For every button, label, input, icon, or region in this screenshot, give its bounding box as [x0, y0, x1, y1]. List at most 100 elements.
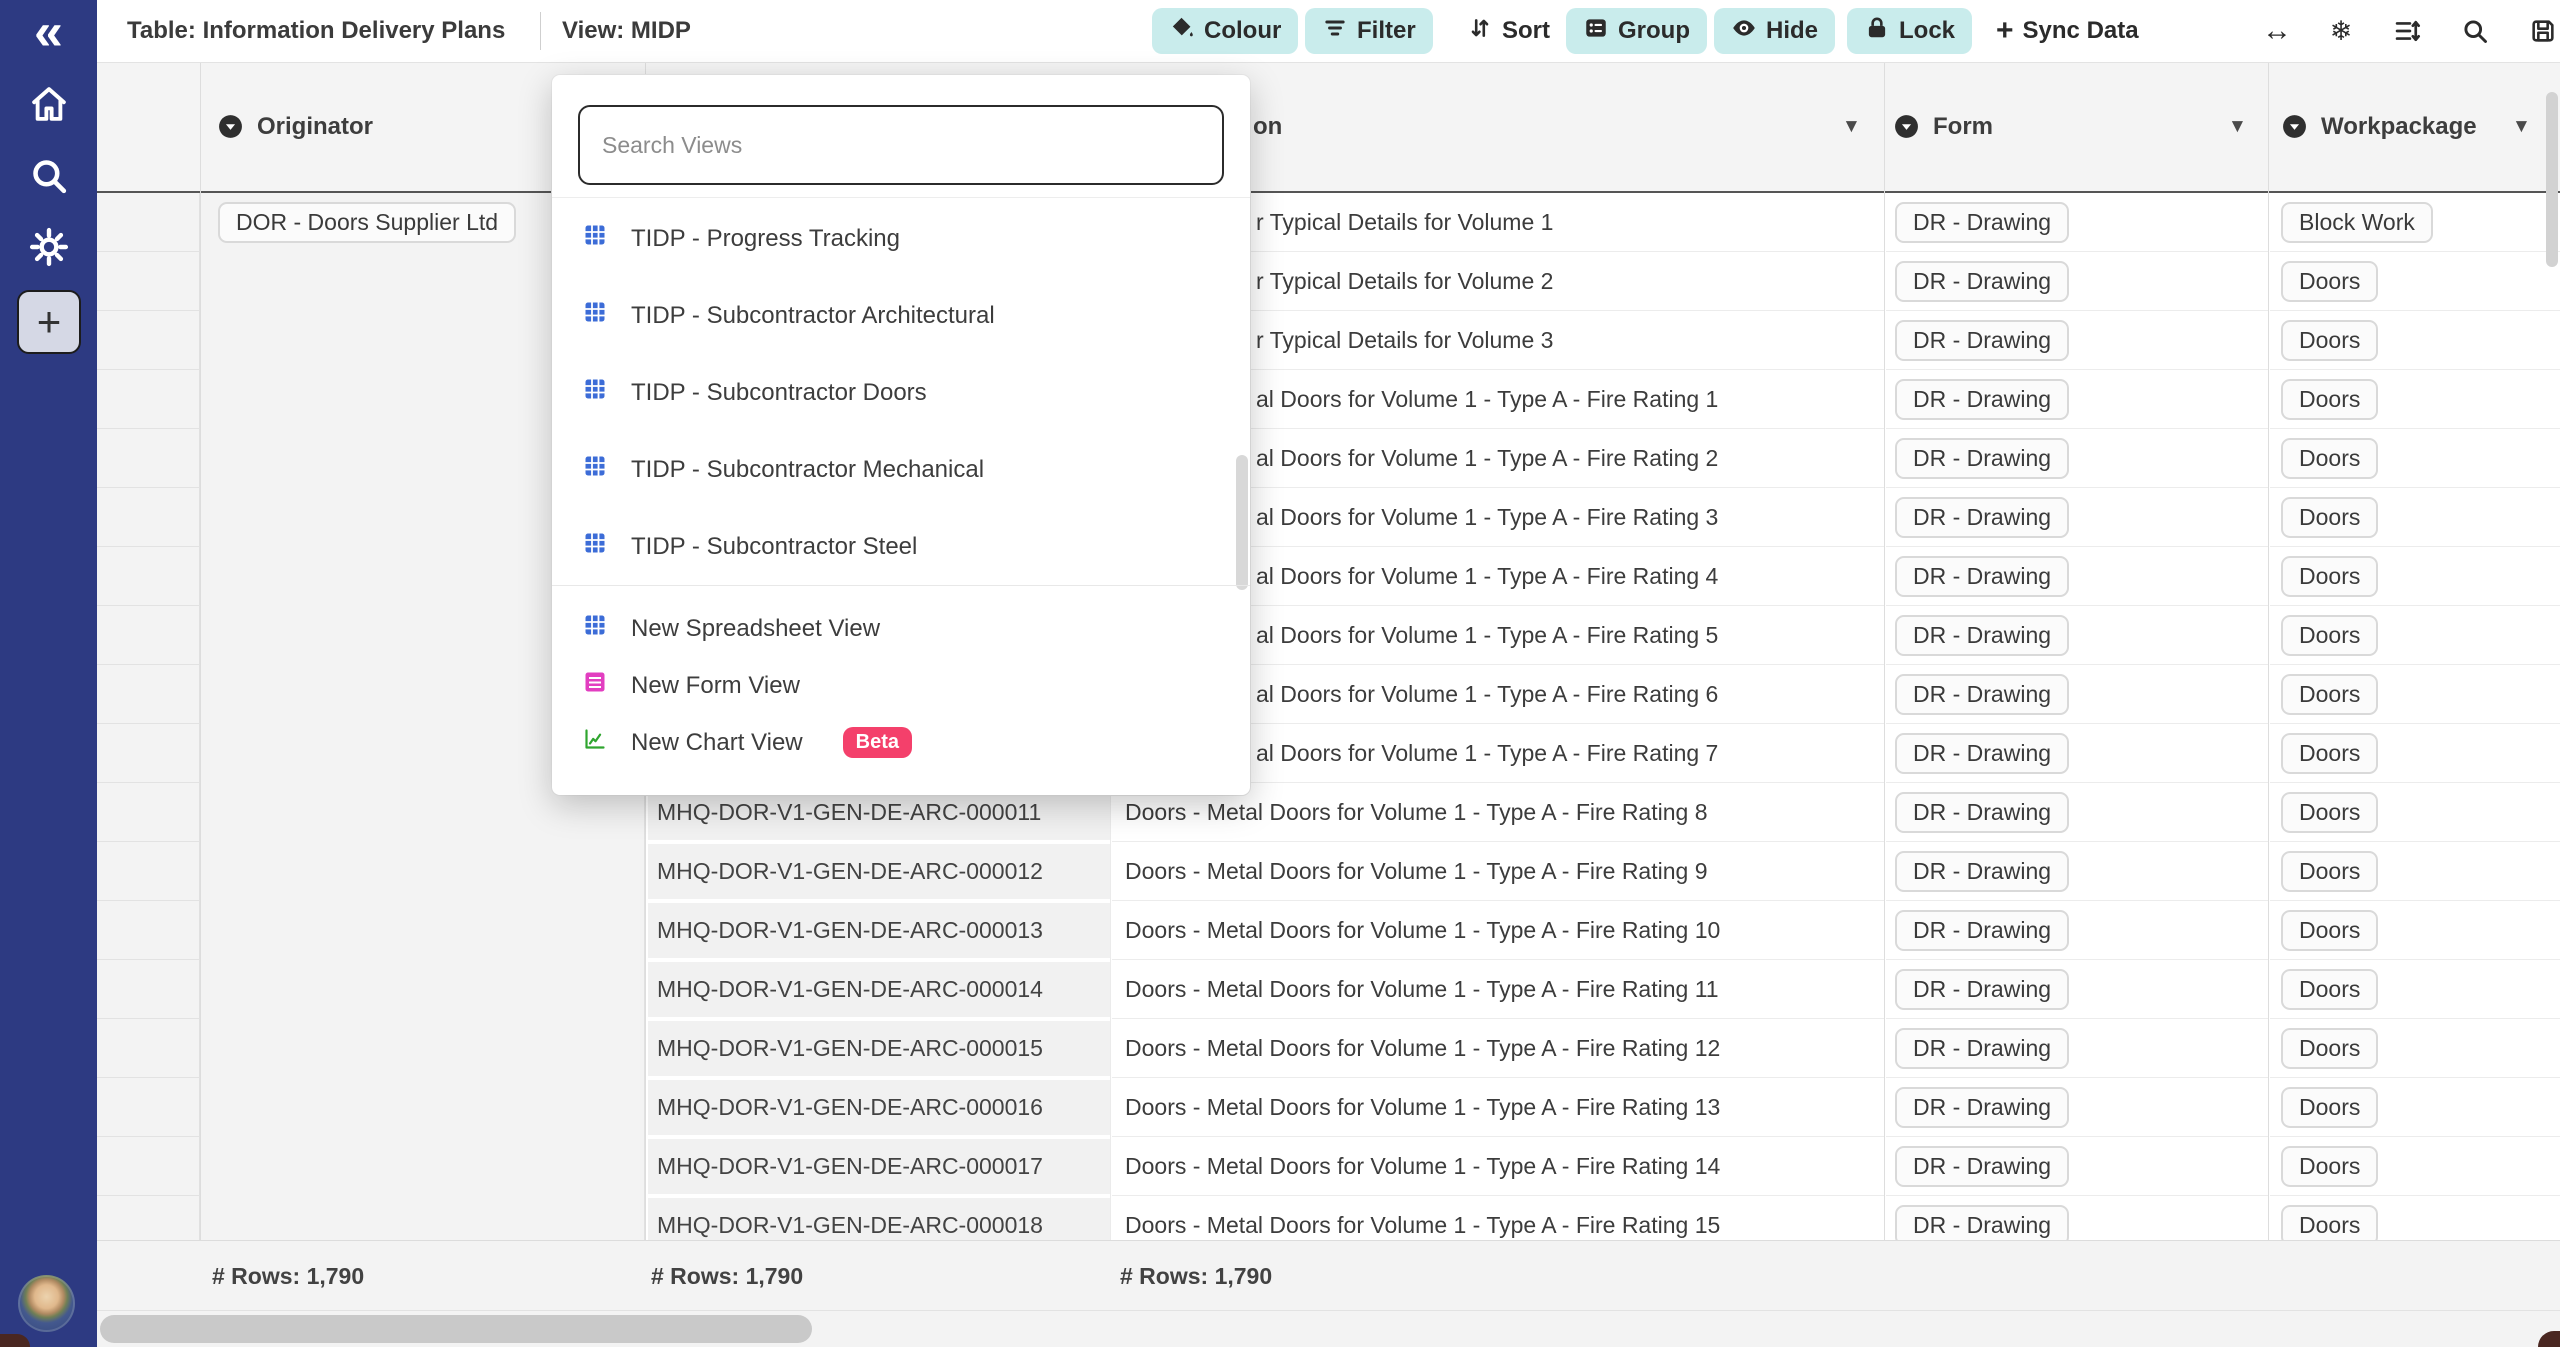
table-row[interactable]: MHQ-DOR-V1-GEN-DE-ARC-000014Doors - Meta… [97, 960, 2560, 1019]
table-row[interactable]: MHQ-DOR-V1-GEN-DE-ARC-000018Doors - Meta… [97, 1196, 2560, 1240]
column-header-form[interactable]: Form [1893, 62, 1993, 191]
table-row[interactable]: r Typical Details for Volume 2DR - Drawi… [97, 252, 2560, 311]
row-description-cell[interactable]: Doors - Metal Doors for Volume 1 - Type … [1112, 1019, 1884, 1078]
colour-button[interactable]: Colour [1152, 8, 1298, 54]
row-workpackage-cell[interactable]: Doors [2270, 1019, 2560, 1078]
table-row[interactable]: al Doors for Volume 1 - Type A - Fire Ra… [97, 665, 2560, 724]
table-row[interactable]: al Doors for Volume 1 - Type A - Fire Ra… [97, 724, 2560, 783]
table-row[interactable]: MHQ-DOR-V1-GEN-DE-ARC-000011Doors - Meta… [97, 783, 2560, 842]
row-gutter-cell[interactable] [97, 488, 200, 547]
row-id-cell[interactable]: MHQ-DOR-V1-GEN-DE-ARC-000012 [648, 844, 1110, 899]
view-list-item[interactable]: TIDP - Subcontractor Mechanical [552, 431, 1250, 508]
row-height-icon[interactable] [2385, 8, 2429, 54]
row-workpackage-cell[interactable]: Doors [2270, 252, 2560, 311]
row-form-cell[interactable]: DR - Drawing [1886, 1019, 2268, 1078]
sync-data-button[interactable]: + Sync Data [1979, 8, 2156, 54]
column-header-description-partial[interactable]: on [1253, 62, 1282, 191]
row-form-cell[interactable]: DR - Drawing [1886, 370, 2268, 429]
horizontal-scrollbar[interactable] [100, 1315, 812, 1343]
views-list-scrollbar[interactable] [1236, 455, 1248, 590]
row-form-cell[interactable]: DR - Drawing [1886, 252, 2268, 311]
hide-button[interactable]: Hide [1714, 8, 1835, 54]
column-header-workpackage[interactable]: Workpackage [2281, 62, 2477, 191]
column-dropdown-caret[interactable]: ▼ [2228, 62, 2247, 191]
table-title[interactable]: Table: Information Delivery Plans [127, 0, 505, 62]
row-workpackage-cell[interactable]: Doors [2270, 488, 2560, 547]
column-header-originator[interactable]: Originator [217, 62, 373, 191]
view-title[interactable]: View: MIDP [562, 0, 691, 62]
row-form-cell[interactable]: DR - Drawing [1886, 488, 2268, 547]
freeze-icon[interactable]: ❄ [2319, 8, 2363, 54]
row-form-cell[interactable]: DR - Drawing [1886, 724, 2268, 783]
row-gutter-cell[interactable] [97, 665, 200, 724]
row-gutter-cell[interactable] [97, 1078, 200, 1137]
sort-button[interactable]: Sort [1450, 8, 1567, 54]
row-workpackage-cell[interactable]: Doors [2270, 429, 2560, 488]
row-form-cell[interactable]: DR - Drawing [1886, 901, 2268, 960]
row-description-cell[interactable]: Doors - Metal Doors for Volume 1 - Type … [1112, 1137, 1884, 1196]
table-row[interactable]: al Doors for Volume 1 - Type A - Fire Ra… [97, 370, 2560, 429]
create-chart-view-item[interactable]: New Chart ViewBeta [552, 714, 1250, 771]
row-form-cell[interactable]: DR - Drawing [1886, 960, 2268, 1019]
row-form-cell[interactable]: DR - Drawing [1886, 547, 2268, 606]
create-form-view-item[interactable]: New Form View [552, 657, 1250, 714]
row-description-cell[interactable]: Doors - Metal Doors for Volume 1 - Type … [1112, 960, 1884, 1019]
row-gutter-cell[interactable] [97, 311, 200, 370]
view-list-item[interactable]: TIDP - Progress Tracking [552, 200, 1250, 277]
row-workpackage-cell[interactable]: Block Work [2270, 193, 2560, 252]
row-gutter-cell[interactable] [97, 1137, 200, 1196]
row-description-cell[interactable]: Doors - Metal Doors for Volume 1 - Type … [1112, 842, 1884, 901]
row-form-cell[interactable]: DR - Drawing [1886, 842, 2268, 901]
add-new-button[interactable]: + [17, 290, 81, 354]
row-form-cell[interactable]: DR - Drawing [1886, 429, 2268, 488]
table-row[interactable]: MHQ-DOR-V1-GEN-DE-ARC-000016Doors - Meta… [97, 1078, 2560, 1137]
row-workpackage-cell[interactable]: Doors [2270, 783, 2560, 842]
row-form-cell[interactable]: DR - Drawing [1886, 311, 2268, 370]
row-workpackage-cell[interactable]: Doors [2270, 1196, 2560, 1240]
column-dropdown-caret[interactable]: ▼ [2512, 62, 2531, 191]
row-id-cell[interactable]: MHQ-DOR-V1-GEN-DE-ARC-000017 [648, 1139, 1110, 1194]
table-row[interactable]: al Doors for Volume 1 - Type A - Fire Ra… [97, 488, 2560, 547]
table-row[interactable]: MHQ-DOR-V1-GEN-DE-ARC-000012Doors - Meta… [97, 842, 2560, 901]
row-id-cell[interactable]: MHQ-DOR-V1-GEN-DE-ARC-000013 [648, 903, 1110, 958]
originator-group-cell[interactable]: DOR - Doors Supplier Ltd [218, 202, 516, 243]
row-workpackage-cell[interactable]: Doors [2270, 901, 2560, 960]
row-form-cell[interactable]: DR - Drawing [1886, 783, 2268, 842]
column-dropdown-caret[interactable]: ▼ [1842, 62, 1861, 191]
row-gutter-cell[interactable] [97, 783, 200, 842]
collapse-sidebar-icon[interactable]: « [0, 6, 97, 58]
row-workpackage-cell[interactable]: Doors [2270, 665, 2560, 724]
row-description-cell[interactable]: Doors - Metal Doors for Volume 1 - Type … [1112, 1078, 1884, 1137]
resize-horizontal-icon[interactable]: ↔ [2255, 8, 2299, 54]
table-row[interactable]: MHQ-DOR-V1-GEN-DE-ARC-000015Doors - Meta… [97, 1019, 2560, 1078]
row-gutter-cell[interactable] [97, 429, 200, 488]
row-gutter-cell[interactable] [97, 901, 200, 960]
row-gutter-cell[interactable] [97, 1196, 200, 1240]
view-list-item[interactable]: TIDP - Subcontractor Architectural [552, 277, 1250, 354]
row-form-cell[interactable]: DR - Drawing [1886, 1078, 2268, 1137]
row-workpackage-cell[interactable]: Doors [2270, 370, 2560, 429]
row-gutter-cell[interactable] [97, 1019, 200, 1078]
view-list-item[interactable]: TIDP - Subcontractor Steel [552, 508, 1250, 585]
row-gutter-cell[interactable] [97, 370, 200, 429]
row-description-cell[interactable]: Doors - Metal Doors for Volume 1 - Type … [1112, 901, 1884, 960]
view-list-item[interactable]: TIDP - Subcontractor Doors [552, 354, 1250, 431]
row-workpackage-cell[interactable]: Doors [2270, 1078, 2560, 1137]
group-button[interactable]: Group [1566, 8, 1707, 54]
row-description-cell[interactable]: Doors - Metal Doors for Volume 1 - Type … [1112, 1196, 1884, 1240]
row-form-cell[interactable]: DR - Drawing [1886, 1137, 2268, 1196]
row-id-cell[interactable]: MHQ-DOR-V1-GEN-DE-ARC-000016 [648, 1080, 1110, 1135]
table-row[interactable]: r Typical Details for Volume 3DR - Drawi… [97, 311, 2560, 370]
row-gutter-cell[interactable] [97, 960, 200, 1019]
table-row[interactable]: al Doors for Volume 1 - Type A - Fire Ra… [97, 606, 2560, 665]
row-workpackage-cell[interactable]: Doors [2270, 960, 2560, 1019]
row-workpackage-cell[interactable]: Doors [2270, 311, 2560, 370]
row-form-cell[interactable]: DR - Drawing [1886, 1196, 2268, 1240]
row-workpackage-cell[interactable]: Doors [2270, 1137, 2560, 1196]
table-row[interactable]: al Doors for Volume 1 - Type A - Fire Ra… [97, 547, 2560, 606]
row-gutter-cell[interactable] [97, 606, 200, 665]
row-gutter-cell[interactable] [97, 547, 200, 606]
row-workpackage-cell[interactable]: Doors [2270, 724, 2560, 783]
row-gutter-cell[interactable] [97, 193, 200, 252]
table-row[interactable]: MHQ-DOR-V1-GEN-DE-ARC-000013Doors - Meta… [97, 901, 2560, 960]
